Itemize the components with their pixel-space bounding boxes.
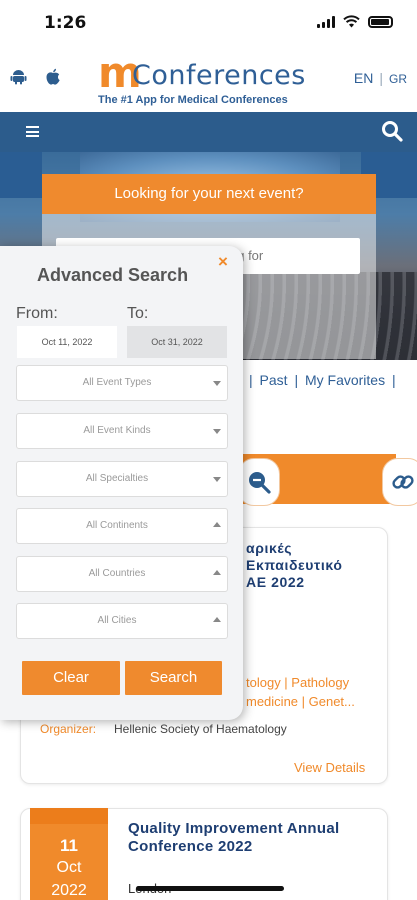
select-value: All Specialties [85,473,149,484]
app-logo[interactable]: m Conferences The #1 App for Medical Con… [98,48,320,108]
filter-separator: | [391,372,396,388]
chevron-down-icon [213,477,221,482]
language-switch: EN | GR [354,70,407,86]
chevron-up-icon [213,570,221,575]
event-date-badge: 11 Oct 2022 [30,808,108,900]
android-icon[interactable] [10,68,27,85]
specialty-select[interactable]: All Specialties [16,461,228,497]
select-value: All Countries [88,568,146,579]
zoom-out-icon [249,472,271,494]
event-kind-select[interactable]: All Event Kinds [16,413,228,449]
select-value: All Event Kinds [83,425,151,436]
hero-screen-left [0,152,42,198]
advanced-search-title: Advanced Search [37,265,189,285]
select-value: All Cities [97,615,137,626]
platform-icons [10,68,61,85]
date-badge-top [30,808,108,824]
filter-favorites[interactable]: My Favorites [305,372,385,388]
filter-separator: | [294,372,299,388]
lang-gr[interactable]: GR [389,72,407,86]
to-label: To: [127,305,149,322]
event-card-title[interactable]: αρικές Εκπαιδευτικό ΑΕ 2022 [246,540,342,591]
status-bar: 1:26 [0,0,417,46]
event-title-line: Εκπαιδευτικό [246,557,343,573]
close-icon[interactable]: × [218,252,228,272]
nav-bar [0,112,417,152]
view-details-link[interactable]: View Details [294,760,365,775]
apple-icon[interactable] [45,68,61,85]
search-icon[interactable] [381,120,403,142]
status-time: 1:26 [44,13,87,33]
hamburger-icon[interactable] [26,126,39,137]
chevron-up-icon [213,617,221,622]
chevron-down-icon [213,381,221,386]
filter-past[interactable]: Past [260,372,288,388]
app-header: m Conferences The #1 App for Medical Con… [0,46,417,112]
organizer-value: Hellenic Society of Haematology [114,722,287,736]
event-specialties: tology | Pathology [246,675,350,690]
event-filters: | Past | My Favorites | [246,372,399,388]
event-title-line: αρικές [246,540,293,556]
app-screen: 1:26 m Conferences The #1 App for Medica… [0,0,417,900]
event-day: 11 [60,836,78,855]
country-select[interactable]: All Countries [16,556,228,592]
event-month: Oct [56,859,82,876]
from-label: From: [16,305,58,322]
signal-icon [317,15,335,28]
logo-word: Conferences [132,60,306,91]
battery-icon [368,15,393,28]
link-button[interactable] [382,458,417,506]
city-select[interactable]: All Cities [16,603,228,639]
lang-separator: | [379,70,383,86]
event-specialties: medicine | Genet... [246,694,355,709]
event-title-line: ΑΕ 2022 [246,574,305,590]
select-value: All Event Types [82,377,152,388]
link-icon [392,475,414,489]
hero-title-panel: Looking for your next event? [42,174,376,214]
search-button[interactable]: Search [125,661,222,695]
chevron-up-icon [213,522,221,527]
continent-select[interactable]: All Continents [16,508,228,544]
filter-separator: | [249,372,253,388]
event-year: 2022 [51,882,87,899]
event-type-select[interactable]: All Event Types [16,365,228,401]
chevron-down-icon [213,429,221,434]
event-card-title[interactable]: Quality Improvement Annual Conference 20… [128,820,378,856]
wifi-icon [343,15,360,28]
hero-title: Looking for your next event? [114,185,304,202]
zoom-out-button[interactable] [238,458,280,506]
clear-button[interactable]: Clear [22,661,120,695]
select-value: All Continents [86,520,148,531]
logo-tagline: The #1 App for Medical Conferences [98,94,288,106]
to-date-field[interactable]: Oct 31, 2022 [127,326,227,358]
organizer-label: Organizer: [40,722,97,736]
status-icons [317,15,393,28]
home-indicator[interactable] [136,886,284,891]
lang-en[interactable]: EN [354,70,373,86]
from-date-field[interactable]: Oct 11, 2022 [17,326,117,358]
